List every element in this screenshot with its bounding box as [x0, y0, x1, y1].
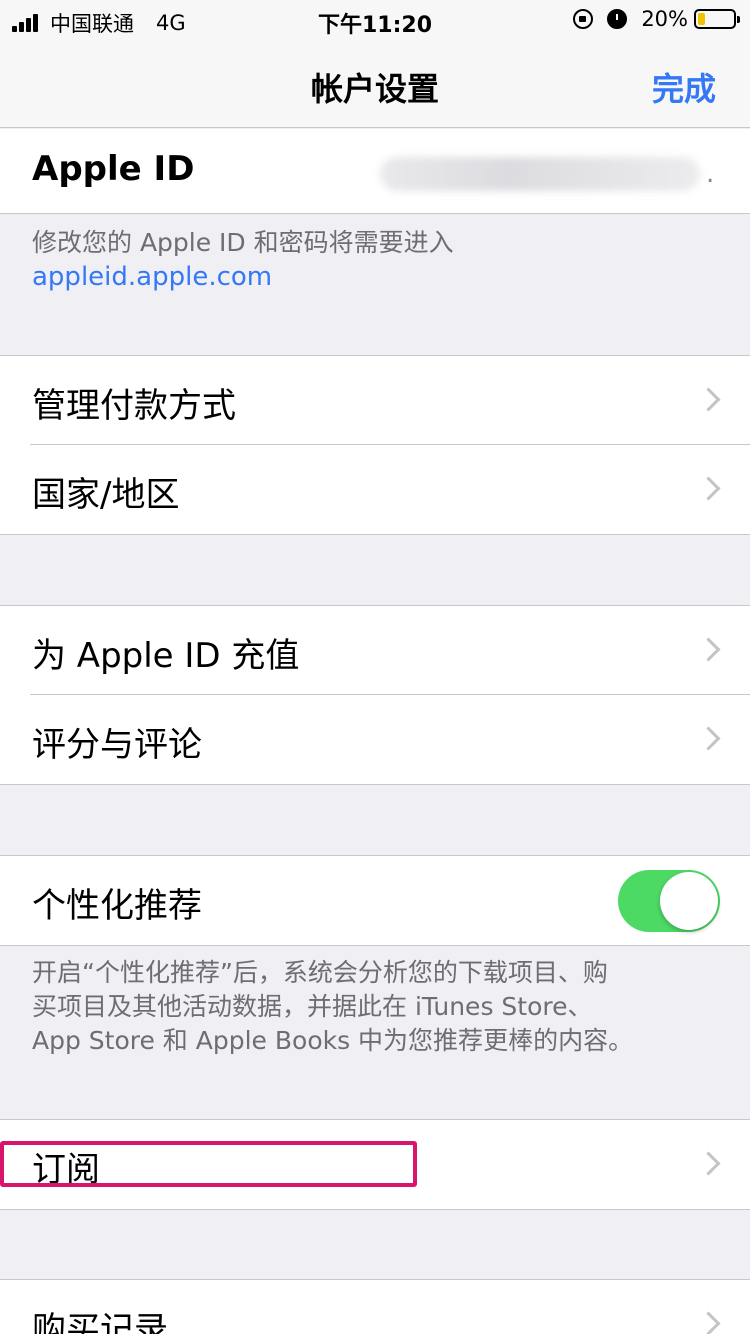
apple-id-label: Apple ID	[32, 149, 195, 189]
apple-id-footer: 修改您的 Apple ID 和密码将需要进入 appleid.apple.com	[32, 226, 454, 294]
status-right: 20%	[573, 7, 740, 31]
personalized-toggle[interactable]	[618, 870, 720, 932]
list-item-label: 购买记录	[32, 1310, 168, 1334]
appleid-link[interactable]: appleid.apple.com	[32, 260, 454, 294]
chevron-right-icon	[696, 387, 721, 412]
list-item-label: 国家/地区	[32, 475, 180, 515]
list-item-label: 为 Apple ID 充值	[32, 636, 300, 676]
personalized-footer-line: App Store 和 Apple Books 中为您推荐更棒的内容。	[32, 1026, 634, 1055]
battery-icon	[694, 9, 740, 29]
battery-tip	[737, 16, 740, 23]
personalized-group: 个性化推荐	[0, 855, 750, 946]
highlight-annotation	[0, 1141, 417, 1187]
apple-id-trailing: .	[706, 159, 715, 189]
list-item-label: 评分与评论	[32, 725, 202, 765]
chevron-right-icon	[696, 1311, 721, 1334]
list-item-personalized: 个性化推荐	[0, 856, 750, 945]
done-button[interactable]: 完成	[652, 64, 716, 110]
personalized-footer-line: 开启“个性化推荐”后，系统会分析您的下载项目、购	[32, 958, 608, 987]
battery-level	[698, 13, 705, 25]
list-item-ratings-reviews[interactable]: 评分与评论	[0, 694, 750, 784]
personalized-label: 个性化推荐	[32, 886, 202, 926]
page-title: 帐户设置	[310, 70, 439, 108]
list-item-add-funds[interactable]: 为 Apple ID 充值	[0, 606, 750, 695]
payment-region-group: 管理付款方式 国家/地区	[0, 355, 750, 535]
alarm-icon	[607, 9, 628, 29]
apple-id-row[interactable]: Apple ID .	[0, 129, 750, 214]
list-item-label: 管理付款方式	[32, 386, 236, 426]
chevron-right-icon	[696, 1151, 721, 1176]
personalized-footer-line: 买项目及其他活动数据，并据此在 iTunes Store、	[32, 992, 593, 1021]
apple-id-value-redacted	[380, 157, 700, 191]
apple-id-footer-text: 修改您的 Apple ID 和密码将需要进入	[32, 228, 454, 257]
navigation-bar: 帐户设置 完成	[0, 40, 750, 128]
list-item-country-region[interactable]: 国家/地区	[0, 444, 750, 534]
list-item-manage-payment[interactable]: 管理付款方式	[0, 356, 750, 445]
toggle-knob	[660, 872, 718, 930]
account-settings-screen: 中国联通 4G 下午11:20 20% 帐户设置 完成 Apple ID . 修…	[0, 0, 750, 1334]
orientation-lock-icon	[573, 9, 594, 29]
list-item-purchase-history[interactable]: 购买记录	[0, 1280, 750, 1334]
chevron-right-icon	[696, 637, 721, 662]
battery-percent: 20%	[641, 7, 688, 31]
topup-ratings-group: 为 Apple ID 充值 评分与评论	[0, 605, 750, 785]
personalized-footer: 开启“个性化推荐”后，系统会分析您的下载项目、购 买项目及其他活动数据，并据此在…	[32, 956, 633, 1058]
purchase-history-group: 购买记录	[0, 1279, 750, 1334]
chevron-right-icon	[696, 726, 721, 751]
chevron-right-icon	[696, 476, 721, 501]
status-bar: 中国联通 4G 下午11:20 20%	[0, 0, 750, 40]
